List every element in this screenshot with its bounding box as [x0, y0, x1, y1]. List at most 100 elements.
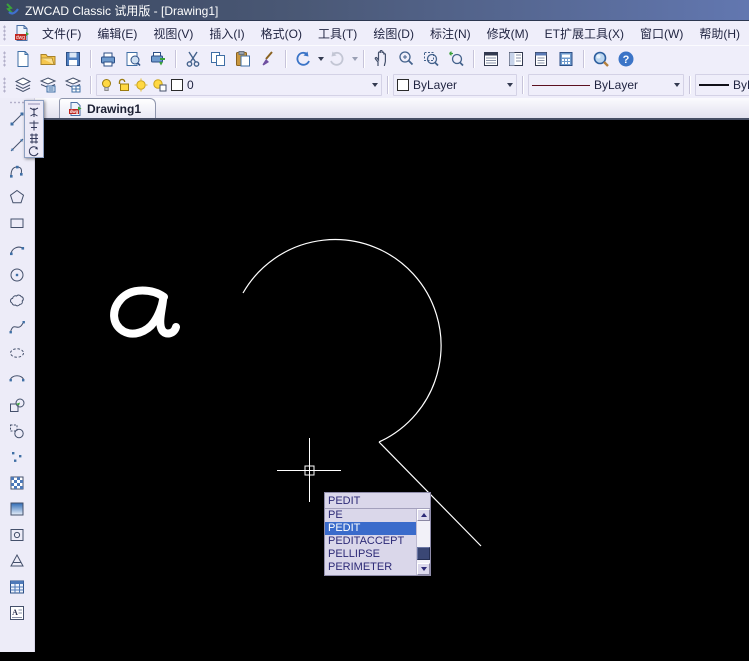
mtext-button[interactable]: A: [4, 600, 30, 626]
zoom-realtime-button[interactable]: [394, 47, 418, 71]
color-combo[interactable]: ByLayer: [393, 74, 517, 96]
toolbar1-grip[interactable]: [3, 51, 6, 67]
revcloud-button[interactable]: [4, 288, 30, 314]
draw-toolbar-grip[interactable]: [9, 101, 25, 104]
menu-window[interactable]: 窗口(W): [632, 21, 691, 46]
layer-states-button[interactable]: [36, 73, 60, 97]
undo-button[interactable]: [291, 47, 315, 71]
spline-button[interactable]: [4, 314, 30, 340]
hatch-button[interactable]: [4, 470, 30, 496]
snap-tool-2-icon[interactable]: [27, 120, 41, 132]
quick-calc-button[interactable]: [554, 47, 578, 71]
region-button[interactable]: [4, 522, 30, 548]
floating-mini-toolbar[interactable]: [24, 100, 44, 158]
autocomplete-item-pedit[interactable]: PEDIT: [325, 522, 430, 535]
scroll-up-button[interactable]: [417, 509, 430, 521]
scrollbar-track[interactable]: [417, 521, 430, 563]
menu-insert[interactable]: 插入(I): [201, 21, 252, 46]
snap-tool-4-icon[interactable]: [27, 145, 41, 157]
insert-block-button[interactable]: [4, 392, 30, 418]
circle-button[interactable]: [4, 262, 30, 288]
menu-view[interactable]: 视图(V): [145, 21, 201, 46]
drawing-canvas[interactable]: PEDIT PE PEDIT PEDITACCEPT PELLIPSE PERI…: [35, 120, 749, 661]
layer-combo[interactable]: 0: [96, 74, 382, 96]
arc-button[interactable]: [4, 236, 30, 262]
menu-draw[interactable]: 绘图(D): [365, 21, 422, 46]
color-combo-arrow[interactable]: [507, 83, 513, 87]
open-button[interactable]: [36, 47, 60, 71]
polygon-button[interactable]: [4, 184, 30, 210]
properties-palette-button[interactable]: [479, 47, 503, 71]
menu-help[interactable]: 帮助(H): [691, 21, 748, 46]
menu-file[interactable]: 文件(F): [34, 21, 89, 46]
layer-combo-arrow[interactable]: [372, 83, 378, 87]
help-button[interactable]: ?: [614, 47, 638, 71]
command-input-echo[interactable]: PEDIT: [325, 493, 430, 508]
autocomplete-item-peditaccept[interactable]: PEDITACCEPT: [325, 535, 430, 548]
bulb-on-icon: [100, 78, 113, 92]
snap-tool-3-icon[interactable]: [27, 132, 41, 144]
find-button[interactable]: [589, 47, 613, 71]
print-preview-button[interactable]: [121, 47, 145, 71]
layer-properties-button[interactable]: [11, 73, 35, 97]
toolbar-separator: [473, 50, 474, 68]
undo-dropdown-arrow[interactable]: [318, 57, 324, 61]
paste-button[interactable]: [231, 47, 255, 71]
tool-palettes-button[interactable]: [529, 47, 553, 71]
lineweight-combo[interactable]: ByLayer: [695, 74, 749, 96]
gradient-button[interactable]: [4, 496, 30, 522]
scroll-down-button[interactable]: [417, 563, 430, 575]
scrollbar-thumb[interactable]: [417, 547, 430, 560]
cut-button[interactable]: [181, 47, 205, 71]
autocomplete-item-pellipse[interactable]: PELLIPSE: [325, 548, 430, 561]
linetype-combo-arrow[interactable]: [674, 83, 680, 87]
command-autocomplete-popup: PEDIT PE PEDIT PEDITACCEPT PELLIPSE PERI…: [324, 492, 431, 576]
save-button[interactable]: [61, 47, 85, 71]
autocomplete-item-perimeter[interactable]: PERIMETER: [325, 561, 430, 574]
table-button[interactable]: [4, 574, 30, 600]
svg-text:dwg: dwg: [70, 109, 79, 114]
tab-drawing1[interactable]: dwg Drawing1: [59, 98, 156, 118]
design-center-button[interactable]: [504, 47, 528, 71]
menu-edit[interactable]: 编辑(E): [89, 21, 145, 46]
toolbar-separator: [583, 50, 584, 68]
toolbar2-grip[interactable]: [3, 77, 6, 93]
menubar-grip[interactable]: [3, 25, 6, 41]
dwg-file-icon: dwg: [68, 102, 83, 116]
zoom-window-button[interactable]: [419, 47, 443, 71]
zoom-previous-button[interactable]: [444, 47, 468, 71]
menu-express-tools[interactable]: ET扩展工具(X): [537, 21, 632, 46]
linetype-combo[interactable]: ByLayer: [528, 74, 684, 96]
redo-dropdown-arrow[interactable]: [352, 57, 358, 61]
ellipse-button[interactable]: [4, 340, 30, 366]
autocomplete-item-pe[interactable]: PE: [325, 509, 430, 522]
menu-format[interactable]: 格式(O): [253, 21, 310, 46]
autocomplete-scrollbar[interactable]: [416, 509, 430, 575]
mini-toolbar-grip[interactable]: [28, 103, 40, 105]
polyline-button[interactable]: [4, 158, 30, 184]
point-button[interactable]: [4, 444, 30, 470]
layer-color-swatch: [171, 79, 183, 91]
linetype-sample-line: [532, 85, 590, 86]
tab-label: Drawing1: [87, 102, 141, 116]
ellipse-arc-button[interactable]: [4, 366, 30, 392]
match-properties-button[interactable]: [256, 47, 280, 71]
menu-modify[interactable]: 修改(M): [479, 21, 537, 46]
layer-translate-button[interactable]: [61, 73, 85, 97]
dwg-document-icon[interactable]: dwg: [10, 21, 34, 45]
new-button[interactable]: [11, 47, 35, 71]
document-tab-bar: dwg Drawing1: [35, 98, 749, 120]
menu-tools[interactable]: 工具(T): [310, 21, 365, 46]
redo-button[interactable]: [325, 47, 349, 71]
make-block-button[interactable]: [4, 418, 30, 444]
app-logo-icon: [4, 3, 20, 17]
title-bar[interactable]: ZWCAD Classic 试用版 - [Drawing1]: [0, 0, 749, 21]
rectangle-button[interactable]: [4, 210, 30, 236]
wipeout-button[interactable]: [4, 548, 30, 574]
menu-dimension[interactable]: 标注(N): [422, 21, 479, 46]
publish-button[interactable]: [146, 47, 170, 71]
copy-button[interactable]: [206, 47, 230, 71]
snap-tool-1-icon[interactable]: [27, 107, 41, 119]
plot-button[interactable]: [96, 47, 120, 71]
pan-button[interactable]: [369, 47, 393, 71]
